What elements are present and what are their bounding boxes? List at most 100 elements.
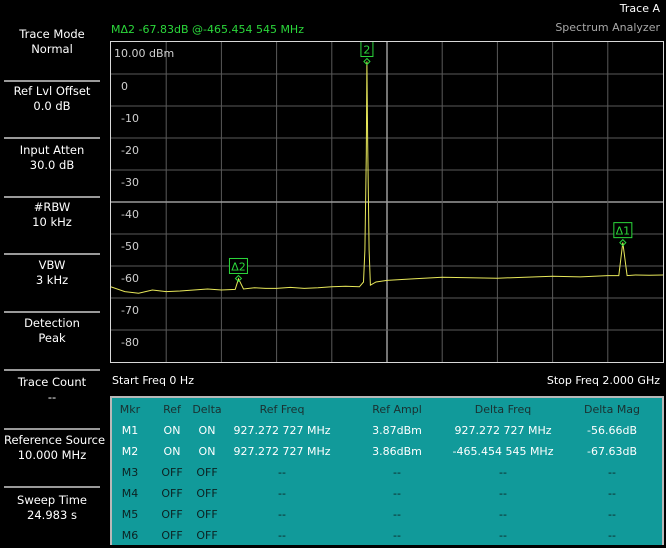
table-row[interactable]: M3 OFF OFF -- -- -- -- xyxy=(112,463,666,483)
table-cell: M2 xyxy=(121,445,139,458)
table-cell: -67.63dB xyxy=(587,445,637,458)
softkey-reference-source[interactable]: Reference Source 10.000 MHz xyxy=(4,433,106,488)
table-cell: -- xyxy=(393,487,401,500)
spectrum-plot[interactable]: 2 Δ2 Δ1 10.00 dBm 0 -10 -20 -30 -40 -50 -6… xyxy=(110,41,664,363)
table-cell: -- xyxy=(278,466,286,479)
spectrum-graticule: 2 Δ2 Δ1 xyxy=(111,42,663,362)
column-header: Ref Ampl xyxy=(372,403,422,416)
table-cell: OFF xyxy=(161,529,183,542)
app-title: Spectrum Analyzer xyxy=(555,21,660,34)
softkey-label: Sweep Time xyxy=(17,493,87,507)
table-cell: OFF xyxy=(196,487,218,500)
y-axis-label: -50 xyxy=(121,240,139,253)
y-axis-label: -70 xyxy=(121,304,139,317)
table-cell: M4 xyxy=(121,487,139,500)
table-cell: ON xyxy=(198,424,216,437)
table-cell: -- xyxy=(499,529,507,542)
table-cell: -- xyxy=(393,466,401,479)
table-cell: -- xyxy=(608,529,616,542)
table-cell: -465.454 545 MHz xyxy=(452,445,554,458)
table-cell: -- xyxy=(278,508,286,521)
softkey-label: #RBW xyxy=(33,200,71,214)
y-axis-label: -10 xyxy=(121,112,139,125)
y-axis-label: -60 xyxy=(121,272,139,285)
table-cell: 927.272 727 MHz xyxy=(454,424,552,437)
softkey-value: 30.0 dB xyxy=(29,158,75,172)
table-cell: OFF xyxy=(196,466,218,479)
table-cell: OFF xyxy=(161,487,183,500)
y-axis-label: -40 xyxy=(121,208,139,221)
table-cell: M5 xyxy=(121,508,139,521)
table-row[interactable]: M6 OFF OFF -- -- -- -- xyxy=(112,526,666,546)
softkey-value: 24.983 s xyxy=(27,508,77,522)
column-header: Ref xyxy=(163,403,181,416)
table-cell: -- xyxy=(608,487,616,500)
stop-freq-label: Stop Freq 2.000 GHz xyxy=(546,374,660,387)
table-cell: -- xyxy=(608,466,616,479)
trace-title: Trace A xyxy=(619,2,660,15)
softkey-label: Trace Mode xyxy=(19,27,85,41)
table-row[interactable]: M5 OFF OFF -- -- -- -- xyxy=(112,505,666,525)
table-header-row: Mkr Ref Delta Ref Freq Ref Ampl Delta Fr… xyxy=(112,400,666,420)
softkey-value: 10.000 MHz xyxy=(17,448,87,462)
marker-readout: MΔ2 -67.83dB @-465.454 545 MHz xyxy=(111,23,304,36)
softkey-rbw[interactable]: #RBW 10 kHz xyxy=(4,200,100,255)
table-cell: OFF xyxy=(196,529,218,542)
y-axis-label: -30 xyxy=(121,176,139,189)
table-cell: -- xyxy=(393,529,401,542)
table-cell: ON xyxy=(198,445,216,458)
softkey-label: Ref Lvl Offset xyxy=(13,84,91,98)
softkey-detection[interactable]: Detection Peak xyxy=(4,316,100,371)
softkey-label: VBW xyxy=(38,258,66,272)
marker-flag-label: 2 xyxy=(363,44,370,57)
table-cell: -56.66dB xyxy=(587,424,637,437)
softkey-label: Trace Count xyxy=(17,375,87,389)
table-row[interactable]: M2 ON ON 927.272 727 MHz 3.86dBm -465.45… xyxy=(112,442,666,462)
table-cell: -- xyxy=(499,487,507,500)
softkey-input-atten[interactable]: Input Atten 30.0 dB xyxy=(4,143,100,198)
softkey-value: Normal xyxy=(31,42,73,56)
table-cell: M6 xyxy=(121,529,139,542)
softkey-trace-mode[interactable]: Trace Mode Normal xyxy=(4,27,100,82)
start-freq-label: Start Freq 0 Hz xyxy=(112,374,194,387)
marker-flag-label: Δ1 xyxy=(616,225,631,238)
table-cell: -- xyxy=(278,529,286,542)
table-row[interactable]: M1 ON ON 927.272 727 MHz 3.87dBm 927.272… xyxy=(112,421,666,441)
table-cell: M3 xyxy=(121,466,139,479)
table-cell: ON xyxy=(163,424,181,437)
marker-flag-label: Δ2 xyxy=(231,260,246,273)
table-cell: 927.272 727 MHz xyxy=(233,445,331,458)
table-cell: -- xyxy=(499,508,507,521)
column-header: Mkr xyxy=(119,403,141,416)
column-header: Ref Freq xyxy=(259,403,305,416)
softkey-label: Reference Source xyxy=(4,433,106,447)
softkey-value: -- xyxy=(47,390,57,404)
y-axis-label: -80 xyxy=(121,336,139,349)
table-row[interactable]: M4 OFF OFF -- -- -- -- xyxy=(112,484,666,504)
table-cell: M1 xyxy=(121,424,139,437)
softkey-trace-count[interactable]: Trace Count -- xyxy=(4,375,100,430)
table-cell: -- xyxy=(499,466,507,479)
table-cell: OFF xyxy=(161,466,183,479)
softkey-vbw[interactable]: VBW 3 kHz xyxy=(4,258,100,313)
table-cell: -- xyxy=(608,508,616,521)
softkey-label: Input Atten xyxy=(19,143,85,157)
table-cell: OFF xyxy=(196,508,218,521)
softkey-label: Detection xyxy=(24,316,80,330)
softkey-value: 10 kHz xyxy=(32,215,72,229)
marker-table: Mkr Ref Delta Ref Freq Ref Ampl Delta Fr… xyxy=(110,396,664,545)
ref-level-label: 10.00 dBm xyxy=(114,47,175,60)
table-cell: 3.86dBm xyxy=(372,445,422,458)
table-cell: OFF xyxy=(161,508,183,521)
softkey-ref-lvl-offset[interactable]: Ref Lvl Offset 0.0 dB xyxy=(4,84,100,139)
y-axis-label: 0 xyxy=(121,80,128,93)
softkey-value: 3 kHz xyxy=(35,273,69,287)
table-cell: -- xyxy=(278,487,286,500)
table-cell: 927.272 727 MHz xyxy=(233,424,331,437)
column-header: Delta Mag xyxy=(583,403,641,416)
table-cell: 3.87dBm xyxy=(372,424,422,437)
softkey-sweep-time[interactable]: Sweep Time 24.983 s xyxy=(4,493,100,548)
softkey-panel: Trace Mode Normal Ref Lvl Offset 0.0 dB … xyxy=(0,0,106,548)
softkey-value: Peak xyxy=(38,331,66,345)
table-cell: -- xyxy=(393,508,401,521)
